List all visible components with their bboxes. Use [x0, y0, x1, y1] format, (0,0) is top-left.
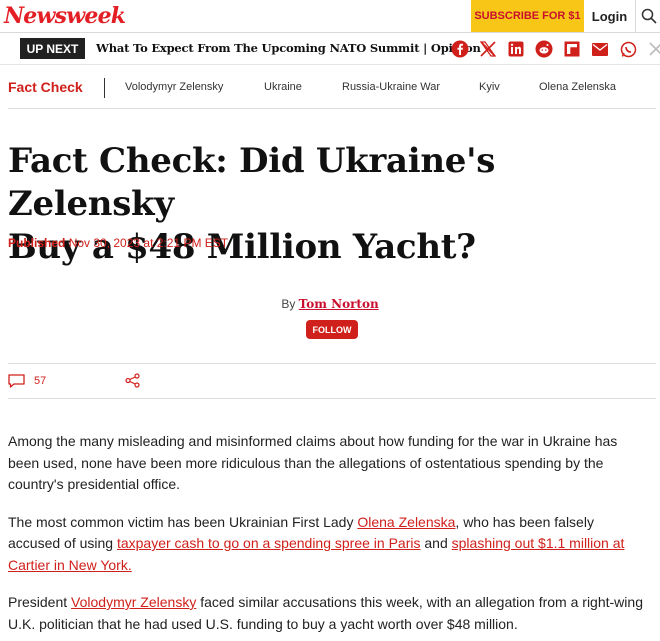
tag-olena-zelenska[interactable]: Olena Zelenska	[539, 81, 616, 93]
tag-russia-ukraine-war[interactable]: Russia-Ukraine War	[342, 81, 440, 93]
reddit-icon[interactable]	[534, 39, 554, 59]
close-icon[interactable]	[646, 39, 660, 59]
up-next-label: UP NEXT	[20, 38, 85, 59]
share-icons	[450, 39, 660, 59]
section-divider	[104, 78, 105, 98]
up-next-title[interactable]: What To Expect From The Upcoming NATO Su…	[96, 41, 481, 55]
paragraph-1: Among the many misleading and misinforme…	[8, 433, 618, 492]
paris-spending-link[interactable]: taxpayer cash to go on a spending spree …	[117, 535, 421, 551]
tag-kyiv[interactable]: Kyiv	[479, 81, 500, 93]
published-date: Published Nov 30, 2023 at 2:21 PM EST	[8, 236, 228, 250]
top-header: Newsweek SUBSCRIBE FOR $1 Login	[0, 0, 660, 33]
published-timestamp: Nov 30, 2023 at 2:21 PM EST	[68, 236, 229, 250]
comment-icon	[8, 374, 25, 388]
p3-text-a: President	[8, 594, 72, 610]
author-link[interactable]: Tom Norton	[299, 297, 379, 311]
comment-count: 57	[34, 375, 47, 387]
divider	[8, 108, 656, 109]
whatsapp-icon[interactable]	[618, 39, 638, 59]
email-icon[interactable]	[590, 39, 610, 59]
share-icon	[125, 373, 140, 388]
divider	[8, 398, 656, 399]
search-button[interactable]	[637, 0, 660, 32]
up-next-bar: UP NEXT What To Expect From The Upcoming…	[0, 33, 660, 65]
search-icon	[641, 8, 657, 24]
comments-link[interactable]: 57	[8, 372, 46, 390]
flipboard-icon[interactable]	[562, 39, 582, 59]
linkedin-icon[interactable]	[506, 39, 526, 59]
by-label: By	[281, 297, 296, 311]
article-body: Among the many misleading and misinforme…	[8, 431, 648, 641]
divider	[8, 363, 656, 364]
headline-line-1: Fact Check: Did Ukraine's Zelensky	[8, 141, 496, 224]
share-button[interactable]	[125, 373, 140, 393]
facebook-icon[interactable]	[450, 39, 470, 59]
x-icon[interactable]	[478, 39, 498, 59]
paragraph-3: President Volodymyr Zelensky faced simil…	[8, 592, 648, 635]
byline: By Tom Norton	[0, 297, 660, 311]
follow-button[interactable]: FOLLOW	[306, 320, 358, 339]
olena-zelenska-link[interactable]: Olena Zelenska	[357, 514, 455, 530]
published-label: Published	[8, 236, 66, 250]
tag-ukraine[interactable]: Ukraine	[264, 81, 302, 93]
p2-text-c: and	[420, 535, 452, 551]
section-nav: Fact Check Volodymyr Zelensky Ukraine Ru…	[0, 70, 660, 104]
p2-text-a: The most common victim has been Ukrainia…	[8, 513, 358, 530]
section-fact-check-link[interactable]: Fact Check	[8, 79, 83, 95]
newsweek-logo[interactable]: Newsweek	[4, 3, 126, 29]
login-button[interactable]: Login	[584, 0, 636, 32]
subscribe-button[interactable]: SUBSCRIBE FOR $1	[471, 0, 584, 32]
volodymyr-zelensky-link[interactable]: Volodymyr Zelensky	[71, 594, 196, 610]
paragraph-2: The most common victim has been Ukrainia…	[8, 512, 648, 577]
tag-volodymyr-zelensky[interactable]: Volodymyr Zelensky	[125, 81, 223, 93]
